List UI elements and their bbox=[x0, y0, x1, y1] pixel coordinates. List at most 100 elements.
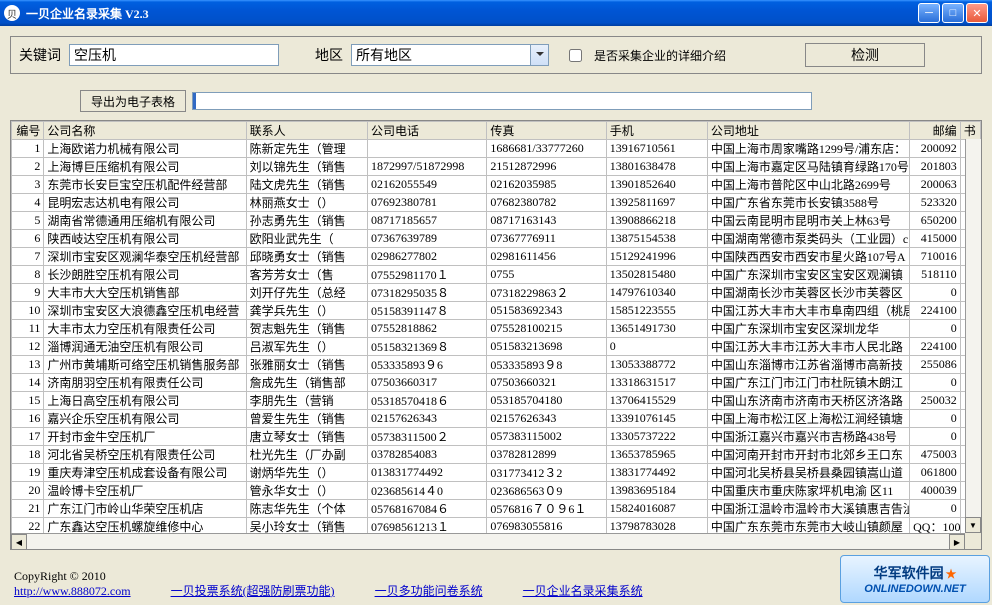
table-row[interactable]: 9大丰市大大空压机销售部刘开仔先生（总经07318295035８07318229… bbox=[12, 284, 981, 302]
table-row[interactable]: 3东莞市长安巨宝空压机配件经营部陆文虎先生（销售0216205554902162… bbox=[12, 176, 981, 194]
vertical-scrollbar[interactable] bbox=[965, 139, 981, 533]
table-cell: 02986277802 bbox=[368, 248, 487, 266]
table-cell: 15851223555 bbox=[606, 302, 707, 320]
table-cell: 05318570418６ bbox=[368, 392, 487, 410]
table-cell: 中国河北吴桥县吴桥县桑园镇嵩山道 bbox=[707, 464, 909, 482]
table-cell: 1686681/33777260 bbox=[487, 140, 606, 158]
scroll-down-button[interactable]: ▼ bbox=[965, 517, 981, 533]
table-cell: 龚学兵先生（） bbox=[246, 302, 367, 320]
search-toolbar: 关键词 地区 是否采集企业的详细介绍 检测 bbox=[10, 36, 982, 74]
column-header[interactable]: 公司地址 bbox=[707, 122, 909, 140]
table-cell: 13831774492 bbox=[606, 464, 707, 482]
table-cell: 05738311500２ bbox=[368, 428, 487, 446]
table-cell: 河北省吴桥空压机有限责任公司 bbox=[44, 446, 246, 464]
footer-link-collect[interactable]: 一贝企业名录采集系统 bbox=[523, 582, 643, 599]
table-cell: 陕西岐达空压机有限公司 bbox=[44, 230, 246, 248]
table-cell: 415000 bbox=[910, 230, 961, 248]
table-cell: 大丰市太力空压机有限责任公司 bbox=[44, 320, 246, 338]
table-cell: 02162055549 bbox=[368, 176, 487, 194]
detail-checkbox[interactable] bbox=[569, 49, 582, 62]
table-cell: 07318295035８ bbox=[368, 284, 487, 302]
table-row[interactable]: 4昆明宏志达机电有限公司林丽燕女士（）076923807810768238078… bbox=[12, 194, 981, 212]
column-header[interactable]: 联系人 bbox=[246, 122, 367, 140]
export-button[interactable]: 导出为电子表格 bbox=[80, 90, 186, 112]
table-row[interactable]: 5湖南省常德通用压缩机有限公司孙志勇先生（销售08717185657087171… bbox=[12, 212, 981, 230]
table-row[interactable]: 12淄博润通无油空压机有限公司吕淑军先生（）05158321369８051583… bbox=[12, 338, 981, 356]
column-header[interactable]: 邮编 bbox=[910, 122, 961, 140]
table-row[interactable]: 8长沙朗胜空压机有限公司客芳芳女士（售07552981170１075513502… bbox=[12, 266, 981, 284]
column-header[interactable]: 传真 bbox=[487, 122, 606, 140]
table-cell: 詹成先生（销售部 bbox=[246, 374, 367, 392]
table-cell: 07552981170１ bbox=[368, 266, 487, 284]
table-cell: 14 bbox=[12, 374, 44, 392]
table-cell: 013831774492 bbox=[368, 464, 487, 482]
table-row[interactable]: 16嘉兴企乐空压机有限公司曾爱生先生（销售0215762634302157626… bbox=[12, 410, 981, 428]
table-cell: 475003 bbox=[910, 446, 961, 464]
scrollbar-track[interactable] bbox=[27, 534, 949, 549]
table-cell: 057383115002 bbox=[487, 428, 606, 446]
column-header[interactable]: 书 bbox=[960, 122, 980, 140]
table-row[interactable]: 15上海日高空压机有限公司李朋先生（营销05318570418６05318570… bbox=[12, 392, 981, 410]
table-cell: 19 bbox=[12, 464, 44, 482]
minimize-button[interactable]: ─ bbox=[918, 3, 940, 23]
table-cell: 欧阳业武先生（ bbox=[246, 230, 367, 248]
table-row[interactable]: 17开封市金牛空压机厂唐立琴女士（销售05738311500２057383115… bbox=[12, 428, 981, 446]
table-row[interactable]: 14济南朋羽空压机有限责任公司詹成先生（销售部07503660317075036… bbox=[12, 374, 981, 392]
keyword-input[interactable] bbox=[69, 44, 279, 66]
table-cell: 15 bbox=[12, 392, 44, 410]
table-cell: 陈志华先生（个体 bbox=[246, 500, 367, 518]
footer-link-vote[interactable]: 一贝投票系统(超强防刷票功能) bbox=[171, 582, 335, 599]
table-cell: 0 bbox=[910, 284, 961, 302]
table-cell: 05768167084６ bbox=[368, 500, 487, 518]
close-button[interactable]: ✕ bbox=[966, 3, 988, 23]
table-cell: 13983695184 bbox=[606, 482, 707, 500]
table-cell: 李朋先生（营销 bbox=[246, 392, 367, 410]
table-row[interactable]: 21广东江门市岭山华荣空压机店陈志华先生（个体05768167084６05768… bbox=[12, 500, 981, 518]
table-row[interactable]: 6陕西岐达空压机有限公司欧阳业武先生（073676397890736777691… bbox=[12, 230, 981, 248]
website-link[interactable]: http://www.888072.com bbox=[14, 584, 131, 599]
region-dropdown-button[interactable] bbox=[531, 44, 549, 66]
table-cell: 07503660321 bbox=[487, 374, 606, 392]
table-row[interactable]: 19重庆寿津空压机成套设备有限公司谢炳华先生（）0138317744920317… bbox=[12, 464, 981, 482]
footer-link-survey[interactable]: 一贝多功能问卷系统 bbox=[375, 582, 483, 599]
table-row[interactable]: 1上海欧诺力机械有限公司陈新定先生（管理1686681/337772601391… bbox=[12, 140, 981, 158]
table-cell: 13 bbox=[12, 356, 44, 374]
table-cell: 02981611456 bbox=[487, 248, 606, 266]
table-cell: 长沙朗胜空压机有限公司 bbox=[44, 266, 246, 284]
table-row[interactable]: 13广州市黄埔斯可络空压机销售服务部张雅丽女士（销售053335893９6053… bbox=[12, 356, 981, 374]
table-row[interactable]: 2上海博巨压缩机有限公司刘以锦先生（销售1872997/518729982151… bbox=[12, 158, 981, 176]
table-cell: 张雅丽女士（销售 bbox=[246, 356, 367, 374]
table-cell: 开封市金牛空压机厂 bbox=[44, 428, 246, 446]
table-cell: 053335893９8 bbox=[487, 356, 606, 374]
column-header[interactable]: 公司电话 bbox=[368, 122, 487, 140]
detail-checkbox-label: 是否采集企业的详细介绍 bbox=[594, 47, 726, 64]
table-cell: 12 bbox=[12, 338, 44, 356]
detect-button[interactable]: 检测 bbox=[805, 43, 925, 67]
table-cell: 08717185657 bbox=[368, 212, 487, 230]
scroll-left-button[interactable]: ◀ bbox=[11, 534, 27, 550]
table-cell: 嘉兴企乐空压机有限公司 bbox=[44, 410, 246, 428]
table-row[interactable]: 11大丰市太力空压机有限责任公司贺志魁先生（销售0755281886207552… bbox=[12, 320, 981, 338]
column-header[interactable]: 编号 bbox=[12, 122, 44, 140]
table-cell: 管永华女士（） bbox=[246, 482, 367, 500]
region-input[interactable] bbox=[351, 44, 531, 66]
table-cell: 1 bbox=[12, 140, 44, 158]
table-cell: 16 bbox=[12, 410, 44, 428]
table-cell: 唐立琴女士（销售 bbox=[246, 428, 367, 446]
scroll-right-button[interactable]: ▶ bbox=[949, 534, 965, 550]
column-header[interactable]: 公司名称 bbox=[44, 122, 246, 140]
table-cell: 中国上海市嘉定区马陆镇育绿路170号 bbox=[707, 158, 909, 176]
table-cell: 031773412３2 bbox=[487, 464, 606, 482]
table-row[interactable]: 10深圳市宝安区大浪德鑫空压机电经营龚学兵先生（）05158391147８051… bbox=[12, 302, 981, 320]
column-header[interactable]: 手机 bbox=[606, 122, 707, 140]
table-row[interactable]: 18河北省吴桥空压机有限责任公司杜光先生（厂办副0378285408303782… bbox=[12, 446, 981, 464]
table-row[interactable]: 7深圳市宝安区观澜华泰空压机经营部邱晓勇女士（销售029862778020298… bbox=[12, 248, 981, 266]
maximize-button[interactable]: □ bbox=[942, 3, 964, 23]
table-cell: 051583213698 bbox=[487, 338, 606, 356]
table-cell: 13502815480 bbox=[606, 266, 707, 284]
table-cell: 0 bbox=[910, 374, 961, 392]
table-row[interactable]: 20温岭博卡空压机厂管永华女士（）023685614４0023686563０91… bbox=[12, 482, 981, 500]
table-cell: 518110 bbox=[910, 266, 961, 284]
table-cell: 中国广东深圳市宝安区深圳龙华 bbox=[707, 320, 909, 338]
sub-toolbar: 导出为电子表格 bbox=[0, 84, 992, 120]
